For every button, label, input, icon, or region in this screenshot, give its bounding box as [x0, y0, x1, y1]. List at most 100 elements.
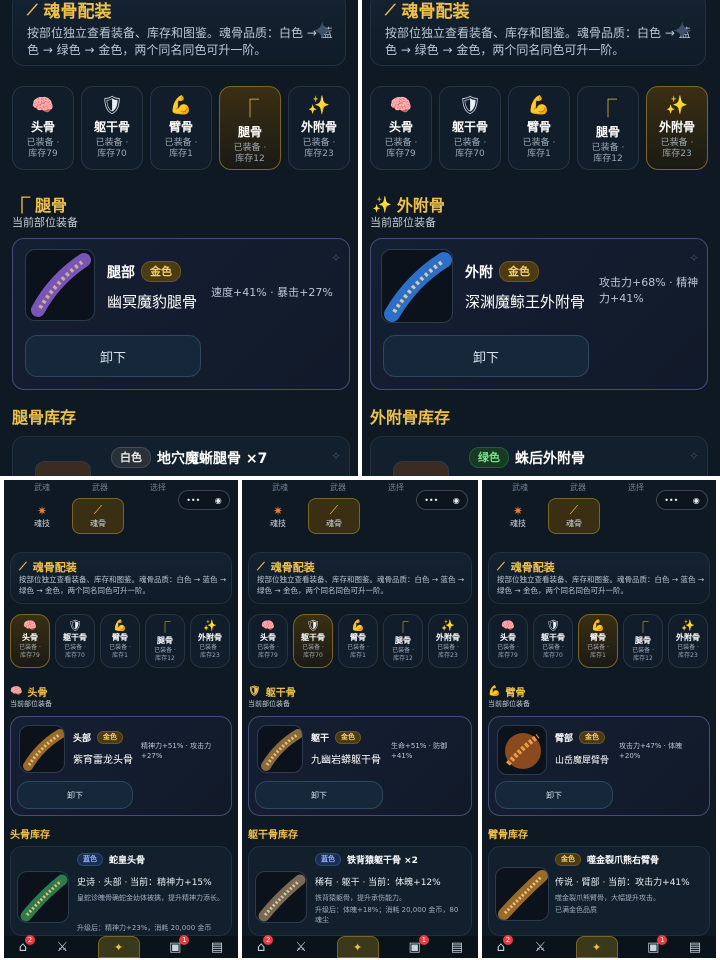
brain-icon: 🧠 — [261, 619, 275, 632]
bag-icon[interactable]: ▣ 1 — [409, 934, 429, 955]
equipped-name: 山岳魔犀臂骨 — [555, 756, 610, 766]
tab-bone[interactable]: ⟋ 魂骨 — [308, 498, 360, 534]
equipped-stats: 速度+41% · 暴击+27% — [211, 286, 333, 299]
scroll-icon[interactable]: ▤ — [689, 940, 701, 955]
tab-head[interactable]: 🧠 头骨 已装备 · 库存79 — [488, 614, 528, 668]
bone-thumbnail — [257, 725, 303, 773]
sparkle-center-icon[interactable]: ✦ — [575, 936, 618, 958]
section-title: 🧠 头骨 — [10, 686, 48, 699]
inventory-item-line: 史诗 · 头部 · 当前：精神力+15% — [77, 878, 212, 888]
header-title: ⟋ 魂骨配装 — [497, 560, 555, 574]
tab-torso[interactable]: 🛡 躯干骨 已装备 · 库存70 — [55, 614, 95, 668]
shield-icon: 🛡 — [546, 619, 560, 632]
tab-ext[interactable]: ✨ 外附骨 已装备 · 库存23 — [288, 86, 350, 170]
flexed-arm-icon: 💪 — [169, 95, 193, 116]
tab-head[interactable]: 🧠 头骨 已装备 · 库存79 — [248, 614, 288, 668]
home-icon[interactable]: ⌂ 2 — [497, 934, 513, 955]
equipped-card: 外附 金色 深渊魔鲸王外附骨 攻击力+68% · 精神力+41% 卸下 ✧ — [370, 238, 708, 390]
tab-head[interactable]: 🧠 头骨 已装备 · 库存79 — [370, 86, 432, 170]
equipped-stats: 攻击力+68% · 精神力+41% — [599, 276, 699, 305]
current-equip-label: 当前部位装备 — [488, 700, 530, 708]
tab-ext[interactable]: ✨ 外附骨 已装备 · 库存23 — [646, 86, 708, 170]
sparkle-icon: ✧ — [330, 449, 341, 463]
bag-icon[interactable]: ▣ 1 — [169, 934, 190, 955]
miniprogram-capsule[interactable]: ••• ◉ — [416, 490, 468, 510]
tab-ext[interactable]: ✨ 外附骨 已装备 · 库存23 — [668, 614, 708, 668]
tab-skill[interactable]: ✷ 魂技 — [256, 498, 300, 534]
tab-torso[interactable]: 🛡 躯干骨 已装备 · 库存70 — [533, 614, 573, 668]
notification-badge: 1 — [179, 934, 190, 945]
header-card: ⟋ 魂骨配装 按部位独立查看装备、库存和图鉴。魂骨品质：白色 → 蓝色 → 绿色… — [370, 0, 706, 66]
tab-head[interactable]: 🧠 头骨 已装备 · 库存79 — [12, 86, 74, 170]
bone-thumbnail — [495, 867, 549, 921]
tab-bone[interactable]: ⟋ 魂骨 — [72, 498, 124, 534]
tab-torso[interactable]: 🛡 躯干骨 已装备 · 库存70 — [439, 86, 501, 170]
sparkle-center-icon[interactable]: ✦ — [336, 936, 379, 958]
part-tabs: 🧠 头骨 已装备 · 库存79 🛡 躯干骨 已装备 · 库存70 💪 臂骨 已装… — [12, 86, 350, 170]
header-desc: 按部位独立查看装备、库存和图鉴。魂骨品质：白色 → 蓝色 → 绿色 → 金色，两… — [257, 575, 465, 595]
inventory-item[interactable]: 金色 噬金裂爪熊右臂骨 传说 · 臂部 · 当前：攻击力+41% 噬金裂爪熊臂骨… — [488, 846, 710, 936]
inventory-item[interactable]: 绿色 蛛后外附骨 ✧ — [370, 436, 708, 476]
inventory-item-name: 蓝色 蛇皇头骨 — [77, 853, 145, 866]
tab-arm[interactable]: 💪 臂骨 已装备 · 库存1 — [150, 86, 212, 170]
tab-leg[interactable]: ⎾ 腿骨 已装备 · 库存12 — [577, 86, 639, 170]
tab-arm[interactable]: 💪 臂骨 已装备 · 库存1 — [338, 614, 378, 668]
swords-icon[interactable]: ⚔ — [295, 940, 307, 955]
current-equip-label: 当前部位装备 — [12, 216, 78, 229]
bag-icon[interactable]: ▣ 1 — [647, 934, 668, 955]
part-tabs: 🧠 头骨 已装备 · 库存79 🛡 躯干骨 已装备 · 库存70 💪 臂骨 已装… — [248, 614, 468, 668]
home-icon[interactable]: ⌂ 2 — [19, 934, 35, 955]
unequip-button[interactable]: 卸下 — [383, 335, 589, 377]
tab-leg[interactable]: ⎾ 腿骨 已装备 · 库存12 — [145, 614, 185, 668]
equipped-stats: 精神力+51% · 攻击力+27% — [141, 742, 212, 761]
inventory-item[interactable]: 白色 地穴魔蜥腿骨 ×7 ✧ — [12, 436, 350, 476]
sparkle-icon: ✧ — [688, 449, 699, 463]
flexed-arm-icon: 💪 — [113, 619, 127, 632]
tab-ext[interactable]: ✨ 外附骨 已装备 · 库存23 — [190, 614, 230, 668]
tab-arm[interactable]: 💪 臂骨 已装备 · 库存1 — [578, 614, 618, 668]
tab-head[interactable]: 🧠 头骨 已装备 · 库存79 — [10, 614, 50, 668]
scroll-icon[interactable]: ▤ — [211, 940, 223, 955]
tab-arm[interactable]: 💪 臂骨 已装备 · 库存1 — [508, 86, 570, 170]
close-circle-icon: ◉ — [692, 495, 700, 505]
inventory-item-desc: 铁背猿躯骨，提升承伤能力。 — [315, 894, 406, 902]
slot-label: 臂部 金色 — [555, 731, 606, 744]
miniprogram-capsule[interactable]: ••• ◉ — [178, 490, 230, 510]
slot-label: 外附 金色 — [465, 261, 539, 282]
unequip-button[interactable]: 卸下 — [25, 335, 201, 377]
tab-skill[interactable]: ✷ 魂技 — [20, 498, 64, 534]
sparkles-icon: ✨ — [681, 619, 695, 632]
shield-icon: 🛡 — [306, 619, 320, 632]
tab-leg[interactable]: ⎾ 腿骨 已装备 · 库存12 — [219, 86, 281, 170]
tab-leg[interactable]: ⎾ 腿骨 已装备 · 库存12 — [383, 614, 423, 668]
tab-ext[interactable]: ✨ 外附骨 已装备 · 库存23 — [428, 614, 468, 668]
unequip-button[interactable]: 卸下 — [495, 781, 613, 809]
home-icon[interactable]: ⌂ 2 — [257, 934, 274, 955]
quality-badge: 蓝色 — [77, 853, 103, 866]
quality-badge: 金色 — [579, 731, 606, 744]
sparkle-icon: ✦ — [671, 17, 693, 47]
flexed-arm-icon: 💪 — [351, 619, 365, 632]
inventory-item[interactable]: 蓝色 蛇皇头骨 史诗 · 头部 · 当前：精神力+15% 皇蛇诊魄骨确蛇金幼体被… — [10, 846, 232, 936]
leg-icon: ⎾ — [599, 99, 617, 120]
swords-icon[interactable]: ⚔ — [534, 940, 546, 955]
tab-torso[interactable]: 🛡 躯干骨 已装备 · 库存70 — [293, 614, 333, 668]
scroll-icon[interactable]: ▤ — [451, 940, 463, 955]
tab-skill[interactable]: ✷ 魂技 — [496, 498, 540, 534]
tab-leg[interactable]: ⎾ 腿骨 已装备 · 库存12 — [623, 614, 663, 668]
unequip-button[interactable]: 卸下 — [255, 781, 383, 809]
bone-icon: ⟋ — [19, 560, 27, 573]
tab-arm[interactable]: 💪 臂骨 已装备 · 库存1 — [100, 614, 140, 668]
unequip-button[interactable]: 卸下 — [17, 781, 133, 809]
shield-icon: 🛡 — [100, 95, 124, 116]
swords-icon[interactable]: ⚔ — [56, 940, 68, 955]
sparkles-icon: ✨ — [441, 619, 455, 632]
header-title: ⟋ 魂骨配装 — [385, 0, 470, 23]
header-desc: 按部位独立查看装备、库存和图鉴。魂骨品质：白色 → 蓝色 → 绿色 → 金色，两… — [27, 26, 333, 58]
brain-icon: 🧠 — [31, 95, 55, 116]
tab-bone[interactable]: ⟋ 魂骨 — [548, 498, 600, 534]
sparkle-center-icon[interactable]: ✦ — [97, 936, 140, 958]
tab-torso[interactable]: 🛡 躯干骨 已装备 · 库存70 — [81, 86, 143, 170]
inventory-item[interactable]: 蓝色 铁背猿躯干骨 ×2 稀有 · 躯干 · 当前：体魄+12% 铁背猿躯骨，提… — [248, 846, 472, 936]
miniprogram-capsule[interactable]: ••• ◉ — [656, 490, 708, 510]
